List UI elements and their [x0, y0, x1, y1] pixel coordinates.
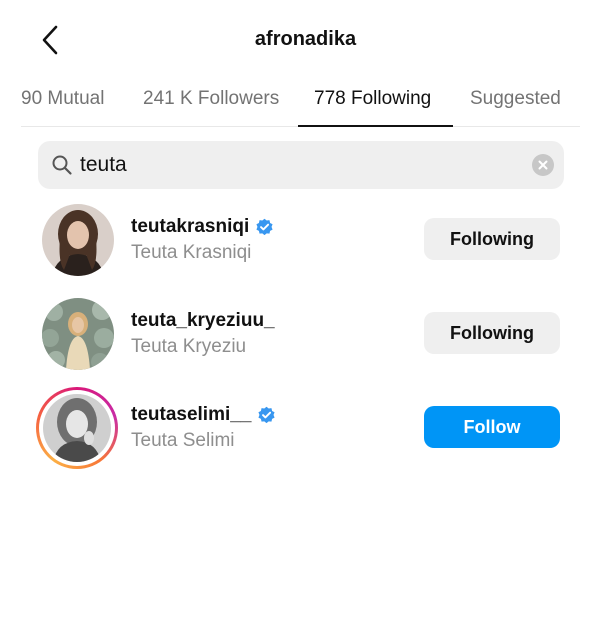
active-tab-indicator	[298, 125, 453, 127]
full-name: Teuta Selimi	[131, 430, 235, 451]
clear-search-button[interactable]	[532, 154, 554, 176]
tab-followers[interactable]: 241 K Followers	[143, 88, 279, 110]
avatar[interactable]	[42, 204, 114, 276]
username[interactable]: teuta_kryeziuu_	[131, 310, 275, 332]
tab-mutual[interactable]: 90 Mutual	[21, 88, 104, 110]
list-item[interactable]: teutaselimi__ Teuta Selimi Follow	[0, 387, 611, 482]
search-bar[interactable]	[38, 141, 564, 189]
follow-button[interactable]: Follow	[424, 406, 560, 448]
tab-following[interactable]: 778 Following	[314, 88, 431, 110]
username-text: teutaselimi__	[131, 404, 252, 425]
verified-badge-icon	[258, 406, 275, 423]
search-icon	[52, 155, 72, 175]
full-name: Teuta Krasniqi	[131, 242, 252, 263]
avatar[interactable]	[42, 298, 114, 370]
list-item[interactable]: teutakrasniqi Teuta Krasniqi Following	[0, 204, 611, 294]
username[interactable]: teutakrasniqi	[131, 216, 274, 238]
page-title: afronadika	[254, 28, 357, 50]
tab-bar: 90 Mutual 241 K Followers 778 Following …	[0, 80, 611, 128]
tab-suggested[interactable]: Suggested	[470, 88, 561, 110]
search-input[interactable]	[80, 141, 520, 189]
full-name: Teuta Kryeziu	[131, 336, 247, 357]
list-item[interactable]: teuta_kryeziuu_ Teuta Kryeziu Following	[0, 298, 611, 388]
avatar[interactable]	[43, 394, 111, 462]
following-button[interactable]: Following	[424, 312, 560, 354]
header: afronadika	[0, 0, 611, 80]
following-button[interactable]: Following	[424, 218, 560, 260]
username[interactable]: teutaselimi__	[131, 404, 276, 426]
verified-badge-icon	[256, 218, 273, 235]
username-text: teuta_kryeziuu_	[131, 310, 275, 331]
username-text: teutakrasniqi	[131, 216, 250, 237]
close-icon	[538, 160, 548, 170]
